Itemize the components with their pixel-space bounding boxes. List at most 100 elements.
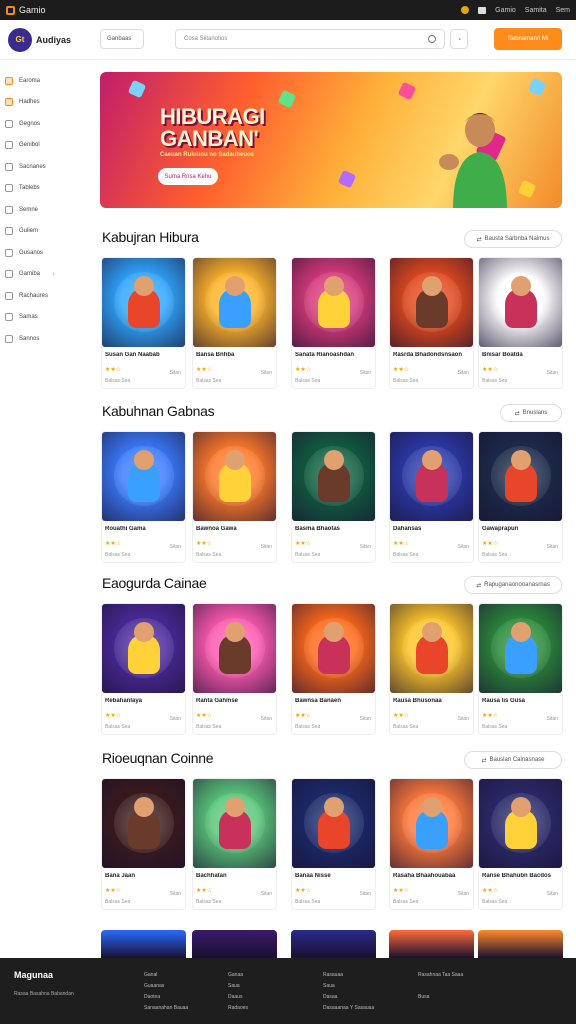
game-thumbnail[interactable] bbox=[479, 779, 562, 868]
sidebar-item-label: Gegnos bbox=[19, 120, 41, 127]
game-card[interactable]: Bachhatan ★★☆ Balsas Sea Sitan bbox=[192, 778, 277, 910]
deco-cube-icon bbox=[127, 79, 147, 99]
search-input[interactable]: Cosa Siitanotios bbox=[175, 29, 445, 49]
game-card[interactable]: Rasaha Bhaahouabaa ★★☆ Balsas Sea Sitan bbox=[389, 778, 474, 910]
sidebar-item[interactable]: Gamiba › bbox=[0, 264, 85, 286]
game-thumbnail[interactable] bbox=[478, 930, 563, 958]
sidebar-item[interactable]: Guliem bbox=[0, 221, 85, 243]
sidebar-item[interactable]: Gusanos bbox=[0, 242, 85, 264]
category-select[interactable]: Ganbaas bbox=[100, 29, 144, 49]
site-logo[interactable]: Gt Audiyas bbox=[8, 27, 71, 52]
footer-link[interactable]: Busa bbox=[418, 992, 463, 1003]
notification-icon[interactable] bbox=[461, 6, 470, 14]
game-thumbnail[interactable] bbox=[101, 930, 186, 958]
game-thumbnail[interactable] bbox=[291, 930, 376, 958]
sidebar-item[interactable]: Tablebs bbox=[0, 178, 85, 200]
game-thumbnail[interactable] bbox=[193, 258, 276, 347]
see-all-button[interactable]: ⇄ Rapuganaonooanasrnas bbox=[464, 576, 562, 594]
game-thumbnail[interactable] bbox=[193, 604, 276, 693]
game-thumbnail[interactable] bbox=[102, 604, 185, 693]
footer-link[interactable]: Ganal bbox=[144, 970, 188, 981]
window-icon[interactable] bbox=[478, 6, 487, 14]
game-thumbnail[interactable] bbox=[292, 432, 375, 521]
game-card[interactable]: Rausa lis Gusa ★★☆ Balsas Sea Sitan bbox=[478, 603, 563, 735]
sidebar-item[interactable]: Sannos bbox=[0, 328, 85, 350]
signup-button[interactable]: Sebnamann Mi bbox=[494, 28, 562, 50]
footer-link[interactable]: Daotea bbox=[144, 992, 188, 1003]
game-thumbnail[interactable] bbox=[192, 930, 277, 958]
game-thumbnail[interactable] bbox=[479, 604, 562, 693]
sidebar-item[interactable]: Hadhes bbox=[0, 92, 85, 114]
footer-link[interactable]: Saua bbox=[228, 981, 248, 992]
game-card[interactable]: Bnisar Boatda ★★☆ Balsas Sea Sitan bbox=[478, 257, 563, 389]
search-icon[interactable] bbox=[428, 35, 436, 43]
sidebar-item[interactable]: Samas bbox=[0, 307, 85, 329]
game-thumbnail[interactable] bbox=[193, 779, 276, 868]
game-thumbnail[interactable] bbox=[102, 432, 185, 521]
game-thumbnail[interactable] bbox=[479, 258, 562, 347]
bell-icon[interactable]: ◔ bbox=[450, 29, 468, 49]
game-thumbnail[interactable] bbox=[389, 930, 474, 958]
footer-link[interactable]: Daaus bbox=[228, 992, 248, 1003]
game-thumbnail[interactable] bbox=[479, 432, 562, 521]
game-card[interactable]: Rebahanlaya ★★☆ Balsas Sea Sitan bbox=[101, 603, 186, 735]
game-card[interactable]: Bansa Bnhba ★★☆ Balsas Sea Sitan bbox=[192, 257, 277, 389]
footer-link[interactable]: Guaanas bbox=[144, 981, 188, 992]
sidebar-item[interactable]: Rachaures bbox=[0, 285, 85, 307]
game-card[interactable]: Gawaprapun ★★☆ Balsas Sea Sitan bbox=[478, 431, 563, 563]
see-all-button[interactable]: ⇄ Bnuslans bbox=[500, 404, 562, 422]
hero-button[interactable]: Suma Rnsa Kehu bbox=[158, 168, 218, 185]
card-stars: ★★☆ bbox=[295, 367, 312, 373]
game-card[interactable]: Ranse Bhahubn Bacdos ★★☆ Balsas Sea Sitan bbox=[478, 778, 563, 910]
footer-description: Rasaa Basahna Babandan bbox=[14, 991, 74, 997]
game-thumbnail[interactable] bbox=[102, 258, 185, 347]
footer-link[interactable] bbox=[418, 981, 463, 992]
os-menu-2[interactable]: Samita bbox=[525, 7, 547, 14]
game-thumbnail[interactable] bbox=[292, 604, 375, 693]
hero-banner[interactable]: HIBURAGI GANBAN' Caeuan Ruiuuou no Sadau… bbox=[100, 72, 562, 208]
card-name: Banaa Nisse bbox=[295, 873, 331, 879]
game-thumbnail[interactable] bbox=[292, 779, 375, 868]
game-card[interactable]: Ranta Gahmse ★★☆ Balsas Sea Sitan bbox=[192, 603, 277, 735]
game-card[interactable]: Basma Bhaotas ★★☆ Balsas Sea Sitan bbox=[291, 431, 376, 563]
game-card[interactable]: Bawnsa Banaen ★★☆ Balsas Sea Sitan bbox=[291, 603, 376, 735]
game-card[interactable]: Bana Jaan ★★☆ Balsas Sea Sitan bbox=[101, 778, 186, 910]
sidebar-item[interactable]: Earoma bbox=[0, 70, 85, 92]
footer-link[interactable]: Saua bbox=[323, 981, 374, 992]
game-card[interactable]: Rasrda Bhadondsnsaon ★★☆ Balsas Sea Sitan bbox=[389, 257, 474, 389]
game-card[interactable]: Bawnoa Gawa ★★☆ Balsas Sea Sitan bbox=[192, 431, 277, 563]
footer-link[interactable]: Rasahnaa Taa Saaa bbox=[418, 970, 463, 981]
game-card[interactable]: Sanata Rianoashdan ★★☆ Balsas Sea Sitan bbox=[291, 257, 376, 389]
sidebar-item[interactable]: Genibol bbox=[0, 135, 85, 157]
game-card[interactable]: Rausa Bhusonaa ★★☆ Balsas Sea Sitan bbox=[389, 603, 474, 735]
card-plays: Sitan bbox=[260, 370, 272, 376]
footer-link[interactable]: Sanaanahan Bauaa bbox=[144, 1003, 188, 1014]
footer-link[interactable]: Dasaaanaa Y Sasauaa bbox=[323, 1003, 374, 1014]
game-card[interactable]: Rouathi Gama ★★☆ Balsas Sea Sitan bbox=[101, 431, 186, 563]
card-name: Ranse Bhahubn Bacdos bbox=[482, 873, 552, 879]
see-all-button[interactable]: ⇄ Bauslan Calnasnase bbox=[464, 751, 562, 769]
footer-link[interactable]: Dasaa bbox=[323, 992, 374, 1003]
see-all-button[interactable]: ⇄ Bausta Sarbnba Naimus bbox=[464, 230, 562, 248]
sidebar-item[interactable]: Semne bbox=[0, 199, 85, 221]
game-thumbnail[interactable] bbox=[102, 779, 185, 868]
os-menu-1[interactable]: Gamio bbox=[495, 7, 516, 14]
footer-link[interactable]: Rasauaa bbox=[323, 970, 374, 981]
game-thumbnail[interactable] bbox=[292, 258, 375, 347]
game-card[interactable]: Banaa Nisse ★★☆ Balsas Sea Sitan bbox=[291, 778, 376, 910]
sidebar-item[interactable]: Gegnos bbox=[0, 113, 85, 135]
game-thumbnail[interactable] bbox=[390, 432, 473, 521]
os-menu-3[interactable]: Sem bbox=[556, 7, 570, 14]
game-thumbnail[interactable] bbox=[193, 432, 276, 521]
card-meta: Balsas Sea bbox=[295, 378, 321, 384]
sidebar-item-label: Gamiba bbox=[19, 271, 41, 278]
game-card[interactable]: Dahansas ★★☆ Balsas Sea Sitan bbox=[389, 431, 474, 563]
footer-link[interactable]: Radaoes bbox=[228, 1003, 248, 1014]
game-card[interactable]: Susan Gan Naabab ★★☆ Balsas Sea Sitan bbox=[101, 257, 186, 389]
footer-link[interactable]: Ganaa bbox=[228, 970, 248, 981]
game-thumbnail[interactable] bbox=[390, 604, 473, 693]
card-plays: Sitan bbox=[359, 891, 371, 897]
game-thumbnail[interactable] bbox=[390, 779, 473, 868]
game-thumbnail[interactable] bbox=[390, 258, 473, 347]
sidebar-item[interactable]: Sacnanes bbox=[0, 156, 85, 178]
